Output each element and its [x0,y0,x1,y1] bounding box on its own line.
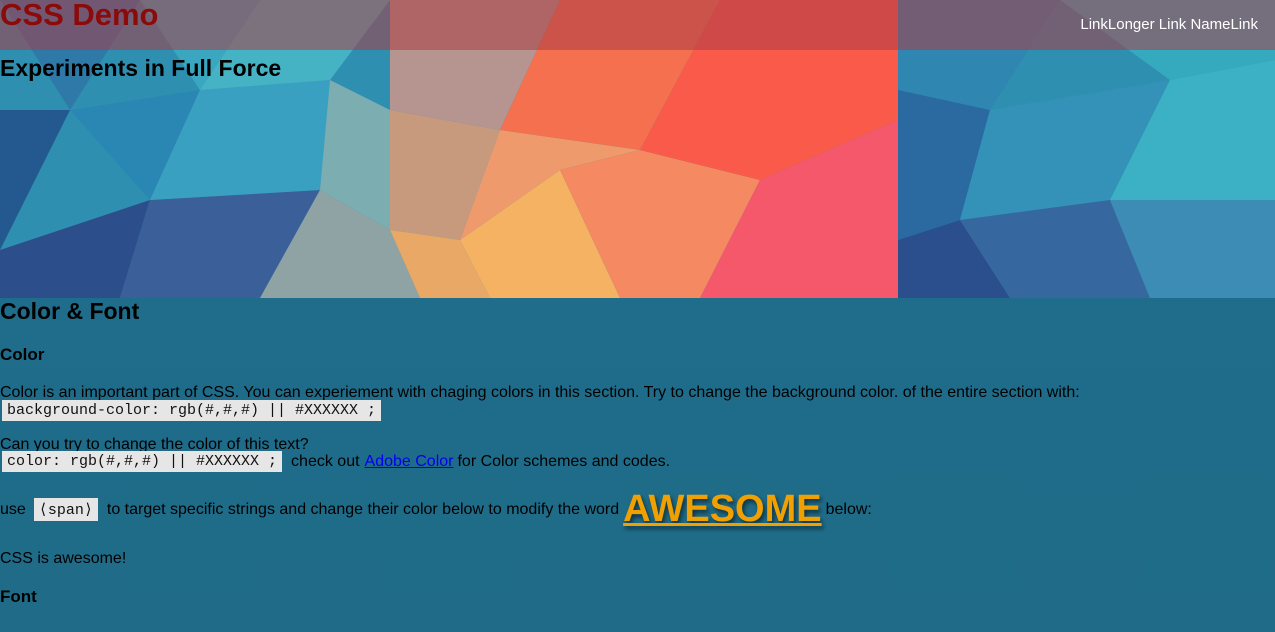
nav-link-longer[interactable]: Longer Link Name [1108,16,1231,33]
hero-banner: CSS Demo Link Longer Link Name Link Expe… [0,0,1275,298]
color-font-section: Color & Font Color Color is an important… [0,298,1275,632]
schemes-text: for Color schemes and codes. [457,452,671,470]
color-heading: Color [0,345,45,364]
awesome-word: AWESOME [623,488,822,530]
nav-link-3[interactable]: Link [1230,16,1258,33]
page: CSS Demo Link Longer Link Name Link Expe… [0,0,1275,632]
adobe-color-link[interactable]: Adobe Color [365,453,454,471]
bg-code: background-color: rgb(#,#,#) || #XXXXXX … [2,400,382,421]
span-row: use ⟨span⟩ to target specific strings an… [0,488,872,531]
color-code: color: rgb(#,#,#) || #XXXXXX ; [2,451,283,472]
use-text: use [0,500,26,518]
font-heading: Font [0,587,37,606]
bg-code-row: background-color: rgb(#,#,#) || #XXXXXX … [2,400,382,421]
page-subtitle: Experiments in Full Force [0,55,282,81]
css-awesome-text: CSS is awesome! [0,550,127,567]
color-code-row: color: rgb(#,#,#) || #XXXXXX ; check out… [2,451,670,472]
below-text: below: [825,500,872,518]
section-title: Color & Font [0,298,140,324]
target-text: to target specific strings and change th… [106,500,620,518]
check-out-text: check out [291,452,360,470]
span-code: ⟨span⟩ [33,498,98,521]
main-nav: Link Longer Link Name Link [1080,16,1258,33]
site-title: CSS Demo [0,0,159,32]
nav-link-1[interactable]: Link [1080,16,1108,33]
